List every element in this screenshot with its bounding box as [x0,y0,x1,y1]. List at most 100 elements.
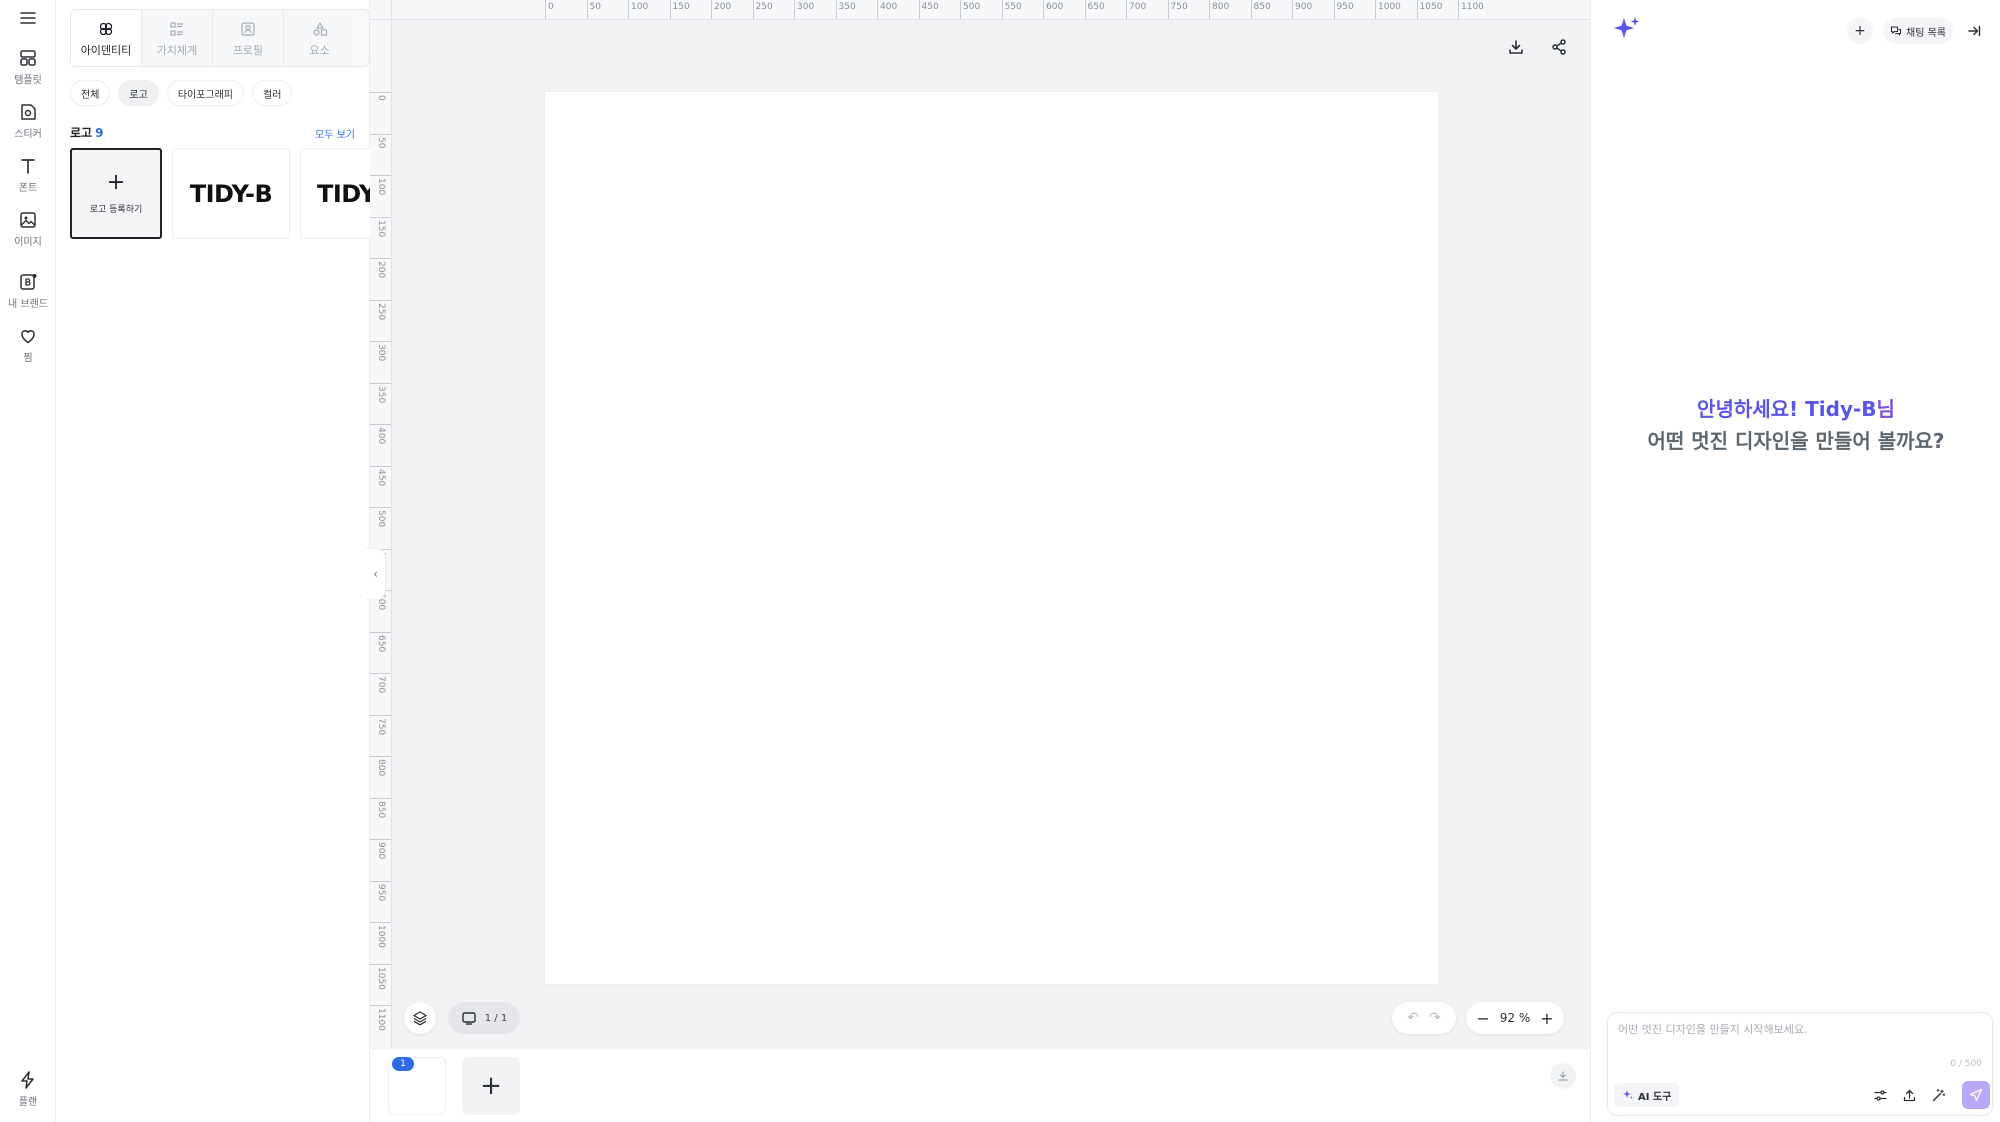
share-button[interactable] [1544,32,1574,62]
lightning-icon [21,1071,34,1089]
char-count: 0 / 500 [1950,1059,1982,1069]
tab-label: 가치체계 [156,43,198,57]
page-strip: 1 + [370,1048,1590,1122]
ruler-label: 250 [376,302,386,320]
rail-item-my-brand[interactable]: 내 브랜드 [0,272,56,310]
chip-typography[interactable]: 타이포그래피 [166,80,245,106]
logo-card[interactable]: TIDY [300,148,370,239]
image-icon [20,212,36,228]
chip-all[interactable]: 전체 [70,80,111,106]
ruler-tick [370,839,391,840]
artboard[interactable] [545,92,1438,984]
rail-item-favorites[interactable]: 찜 [0,326,56,364]
history-controls: ↶ ↷ [1392,1002,1456,1034]
chat-list-button[interactable]: 채팅 목록 [1883,18,1953,44]
zoom-value[interactable]: 92 % [1500,1011,1531,1025]
send-button[interactable] [1962,1081,1990,1109]
ruler-tick [370,175,391,176]
ruler-tick [545,0,546,19]
rail-item-font[interactable]: 폰트 [0,156,56,194]
ruler-tick [794,0,795,19]
ruler-tick [1001,0,1003,19]
zoom-controls: − 92 % + [1466,1002,1564,1034]
brand-icon [20,274,37,290]
zoom-out-button[interactable]: − [1476,1009,1489,1028]
page-navigator[interactable]: 1 / 1 [448,1002,520,1034]
upload-button[interactable] [1899,1085,1919,1105]
shapes-icon [312,21,327,36]
chat-composer: 0 / 500 AI 도구 [1607,1012,1993,1116]
tab-label: 요소 [309,43,330,57]
rail-item-plan[interactable]: 플랜 [0,1070,56,1108]
heart-icon [21,330,35,344]
ruler-label: 600 [1046,2,1064,12]
tab-identity[interactable]: 아이덴티티 [71,10,142,66]
download-icon [1509,40,1523,54]
layers-button[interactable] [404,1002,436,1034]
ruler-label: 700 [1129,2,1147,12]
ruler-tick [370,133,391,135]
zoom-number: 92 [1499,1011,1516,1025]
ruler-tick [370,1005,391,1006]
page-strip-download-button[interactable] [1550,1063,1576,1089]
ruler-label: 850 [1253,2,1271,12]
chip-color[interactable]: 컬러 [252,80,293,106]
plus-icon: + [480,1071,502,1101]
tab-values[interactable]: 가치체계 [142,10,213,66]
ruler-tick [1209,0,1210,19]
ruler-tick [370,216,391,218]
ruler-label: 350 [838,2,856,12]
ruler-tick [1043,0,1044,19]
ruler-label: 450 [376,468,386,486]
magic-wand-button[interactable] [1928,1085,1948,1105]
logo-card[interactable]: TIDY-B [172,148,290,239]
rail-item-sticker[interactable]: 스티커 [0,102,56,140]
ruler-label: 400 [880,2,898,12]
ruler-tick [835,0,837,19]
ruler-tick [370,507,391,508]
ruler-tick [370,797,391,799]
ruler-tick [1250,0,1252,19]
new-chat-button[interactable]: + [1847,18,1873,44]
ruler-tick [370,756,391,757]
ruler-tick [1458,0,1459,19]
download-icon [1558,1071,1568,1081]
ruler-label: 1000 [1378,2,1401,12]
ruler-label: 450 [921,2,939,12]
settings-button[interactable] [1870,1085,1890,1105]
download-button[interactable] [1501,32,1531,62]
panel-collapse-button[interactable]: ‹ [366,548,386,600]
share-icon [1552,39,1566,55]
magic-wand-icon [1932,1088,1945,1101]
ruler-top[interactable]: 0 50 100 150 200 250 300 350 400 450 500 550 600 650 7… [392,0,1590,20]
page-indicator: 1 / 1 [484,1012,508,1024]
ruler-tick [752,0,754,19]
chip-logo[interactable]: 로고 [118,80,159,106]
ruler-label: 900 [376,842,386,860]
ruler-label: 550 [1004,2,1022,12]
ruler-label: 950 [376,883,386,901]
add-logo-button[interactable]: + 로고 등록하기 [70,148,162,239]
ruler-tick [370,963,391,965]
see-all-link[interactable]: 모두 보기 [315,126,355,141]
redo-button[interactable]: ↷ [1429,1010,1441,1026]
ruler-label: 800 [376,759,386,777]
chat-input[interactable] [1618,1023,1978,1036]
tab-elements[interactable]: 요소 [284,10,355,66]
greeting-subtitle: 어떤 멋진 디자인을 만들어 볼까요? [1647,429,1945,453]
close-panel-button[interactable] [1961,18,1987,44]
rail-item-template[interactable]: 템플릿 [0,48,56,86]
undo-button[interactable]: ↶ [1407,1010,1419,1026]
page-number-badge: 1 [392,1057,414,1071]
ai-tools-button[interactable]: AI 도구 [1614,1083,1680,1107]
canvas-workspace[interactable]: 0 50 100 150 200 250 300 350 400 450 500 550 600 650 7… [370,0,1590,1048]
ruler-tick [960,0,961,19]
rail-item-image[interactable]: 이미지 [0,210,56,248]
tab-profile[interactable]: 프로필 [213,10,284,66]
ruler-left[interactable]: 0501001502002503003504004505005506006507… [370,20,392,1048]
hamburger-icon [20,12,36,24]
add-page-button[interactable]: + [462,1057,520,1115]
zoom-in-button[interactable]: + [1540,1009,1553,1028]
rail-label: 내 브랜드 [8,299,48,310]
menu-button[interactable] [0,8,56,28]
